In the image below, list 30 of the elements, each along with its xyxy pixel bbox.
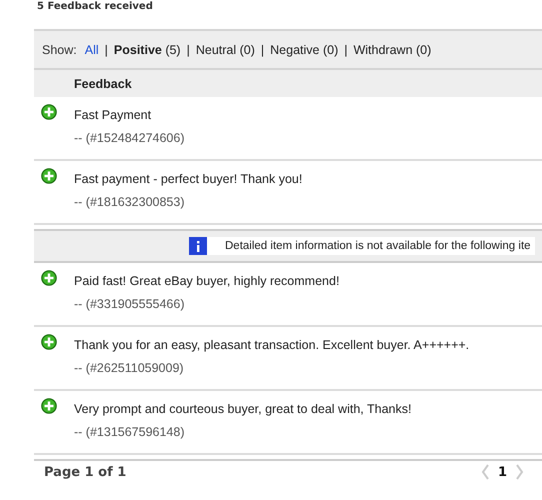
feedback-comment: Paid fast! Great eBay buyer, highly recommend!: [74, 274, 340, 288]
positive-icon: [41, 398, 57, 414]
item-number: -- (#152484274606): [74, 131, 184, 145]
show-label: Show:: [42, 42, 77, 56]
positive-icon: [41, 270, 57, 286]
item-number: -- (#181632300853): [74, 195, 186, 209]
item-number: -- (#331905555466): [74, 297, 186, 311]
feedback-comment: Fast Payment: [74, 108, 152, 122]
item-number: -- (#262511059009): [74, 361, 185, 375]
page-number[interactable]: 1: [498, 464, 507, 480]
filter-link[interactable]: Withdrawn (0): [353, 42, 432, 56]
separator: |: [344, 42, 348, 56]
separator: |: [186, 42, 190, 56]
positive-icon: [41, 334, 57, 350]
feedback-comment: Thank you for an easy, pleasant transaction. Excellent buyer. A++++++.: [74, 338, 470, 352]
positive-icon: [41, 168, 57, 184]
filter-link[interactable]: Negative (0): [270, 42, 338, 56]
filter-link[interactable]: Positive (5): [114, 42, 181, 56]
column-header: Feedback: [74, 76, 132, 90]
separator: |: [104, 42, 108, 56]
filter-link[interactable]: All: [84, 42, 99, 56]
page-summary: Page 1 of 1: [43, 464, 126, 480]
item-number: -- (#131567596148): [74, 425, 186, 439]
section-heading: 5 Feedback received: [36, 0, 154, 14]
positive-icon: [41, 104, 57, 120]
feedback-comment: Very prompt and courteous buyer, great to deal with, Thanks!: [74, 402, 412, 416]
separator: |: [260, 42, 264, 56]
notice-text: Detailed item information is not available for the following ite: [225, 240, 531, 252]
filter-link[interactable]: Neutral (0): [196, 42, 255, 56]
feedback-comment: Fast payment - perfect buyer! Thank you!: [74, 172, 302, 186]
